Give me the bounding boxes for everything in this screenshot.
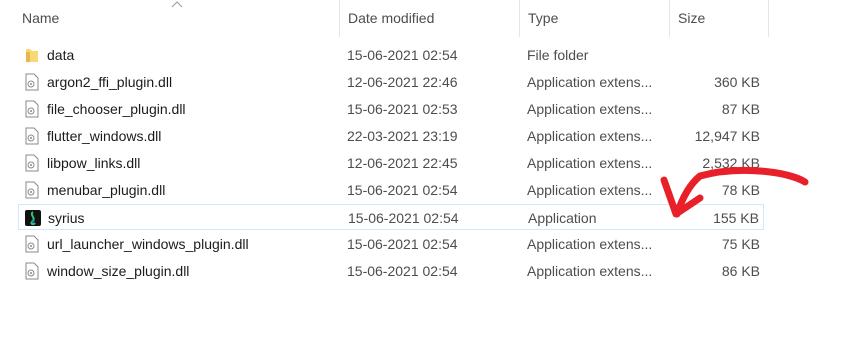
column-header-date-label: Date modified (348, 10, 435, 26)
file-name: argon2_ffi_plugin.dll (47, 74, 173, 90)
file-name: menubar_plugin.dll (47, 182, 166, 198)
file-name: url_launcher_windows_plugin.dll (47, 236, 249, 252)
file-name: window_size_plugin.dll (47, 263, 190, 279)
file-row-flutter-windows[interactable]: flutter_windows.dll 22-03-2021 23:19 App… (18, 123, 764, 149)
file-name: syrius (48, 210, 85, 226)
file-type: Application extens... (527, 128, 653, 144)
dll-file-icon (25, 181, 39, 199)
dll-file-icon (25, 127, 39, 145)
file-type: Application extens... (527, 155, 653, 171)
dll-file-icon (25, 262, 39, 280)
column-header-row: Name Date modified Type Size (0, 0, 770, 37)
sort-ascending-icon (171, 1, 183, 8)
file-date-modified: 15-06-2021 02:54 (347, 47, 458, 63)
dll-file-icon (25, 100, 39, 118)
file-type: Application extens... (527, 182, 653, 198)
syrius-app-icon (25, 210, 41, 226)
file-row-data[interactable]: data 15-06-2021 02:54 File folder (18, 42, 764, 68)
file-size: 86 KB (721, 263, 760, 279)
file-type: File folder (527, 47, 589, 63)
file-row-libpow-links[interactable]: libpow_links.dll 12-06-2021 22:45 Applic… (18, 150, 764, 176)
file-row-menubar-plugin[interactable]: menubar_plugin.dll 15-06-2021 02:54 Appl… (18, 177, 764, 203)
file-name: file_chooser_plugin.dll (47, 101, 186, 117)
file-name: flutter_windows.dll (47, 128, 162, 144)
column-header-type-label: Type (528, 10, 559, 26)
file-size: 75 KB (721, 236, 760, 252)
file-date-modified: 15-06-2021 02:54 (348, 210, 459, 226)
dll-file-icon (25, 154, 39, 172)
file-date-modified: 15-06-2021 02:53 (347, 101, 458, 117)
file-type: Application extens... (527, 101, 653, 117)
file-size: 12,947 KB (694, 128, 760, 144)
column-header-size-label: Size (678, 10, 706, 26)
file-row-syrius[interactable]: syrius 15-06-2021 02:54 Application 155 … (18, 204, 764, 230)
file-name: data (47, 47, 75, 63)
file-type: Application extens... (527, 236, 653, 252)
file-row-window-size-plugin[interactable]: window_size_plugin.dll 15-06-2021 02:54 … (18, 258, 764, 284)
column-header-size[interactable]: Size (669, 0, 769, 37)
file-date-modified: 15-06-2021 02:54 (347, 236, 458, 252)
file-type: Application extens... (527, 74, 653, 90)
file-row-file-chooser-plugin[interactable]: file_chooser_plugin.dll 15-06-2021 02:53… (18, 96, 764, 122)
dll-file-icon (25, 235, 39, 253)
file-size: 2,532 KB (702, 155, 760, 171)
file-size: 155 KB (713, 210, 759, 226)
file-date-modified: 15-06-2021 02:54 (347, 182, 458, 198)
file-size: 360 KB (714, 74, 760, 90)
file-type: Application extens... (527, 263, 653, 279)
column-header-name-label: Name (22, 10, 60, 26)
file-date-modified: 22-03-2021 23:19 (347, 128, 458, 144)
folder-icon (26, 49, 38, 62)
file-row-url-launcher-windows-plugin[interactable]: url_launcher_windows_plugin.dll 15-06-20… (18, 231, 764, 257)
column-header-type[interactable]: Type (519, 0, 669, 37)
dll-file-icon (25, 73, 39, 91)
file-row-argon2-ffi-plugin[interactable]: argon2_ffi_plugin.dll 12-06-2021 22:46 A… (18, 69, 764, 95)
file-type: Application (528, 210, 597, 226)
file-date-modified: 12-06-2021 22:46 (347, 74, 458, 90)
file-date-modified: 12-06-2021 22:45 (347, 155, 458, 171)
file-size: 78 KB (721, 182, 760, 198)
file-size: 87 KB (721, 101, 760, 117)
file-date-modified: 15-06-2021 02:54 (347, 263, 458, 279)
file-name: libpow_links.dll (47, 155, 141, 171)
column-header-date-modified[interactable]: Date modified (339, 0, 519, 37)
